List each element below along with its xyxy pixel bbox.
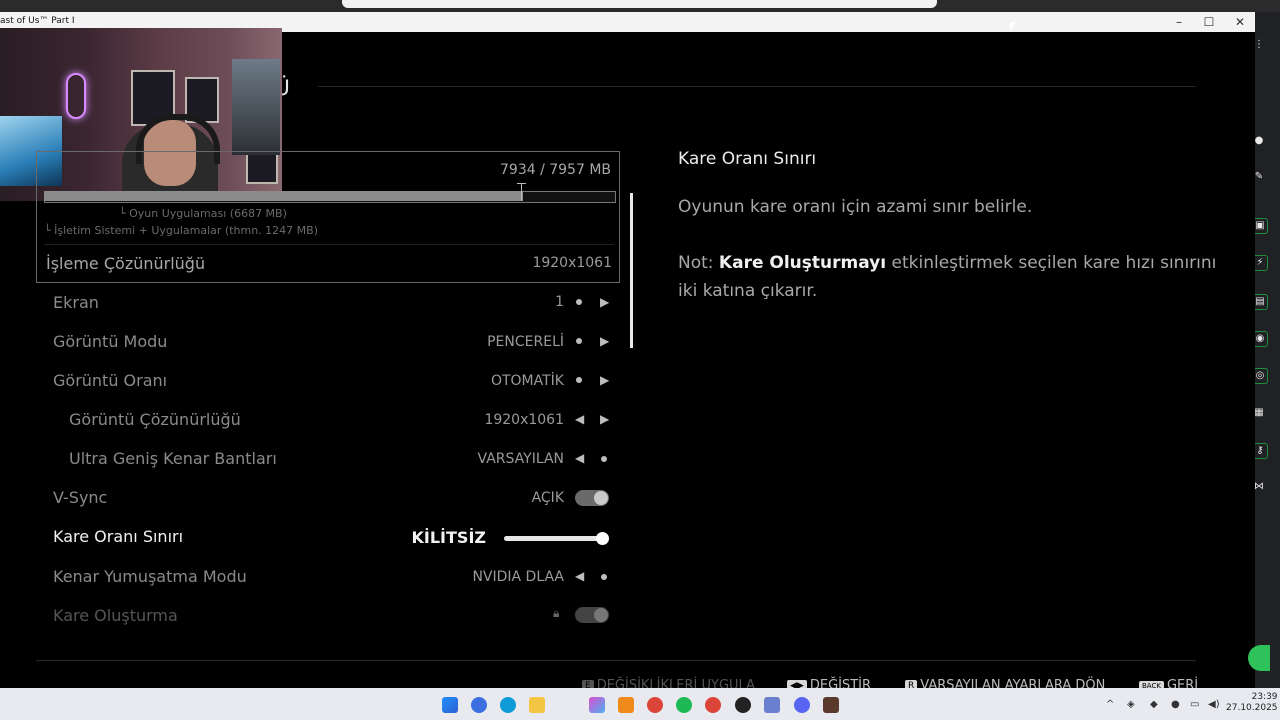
vsync-label: V-Sync	[53, 488, 108, 507]
framerate-value: KİLİTSİZ	[411, 528, 487, 547]
arrow-right-icon[interactable]: ▶	[600, 373, 609, 387]
close-button[interactable]: ✕	[1226, 14, 1254, 30]
render-resolution-label: İşleme Çözünürlüğü	[46, 254, 206, 273]
spotify-icon[interactable]	[676, 697, 692, 713]
arrow-left-icon[interactable]: ◀	[575, 412, 584, 426]
option-dot-icon	[576, 299, 582, 305]
arrow-right-icon[interactable]: ▶	[600, 412, 609, 426]
lock-icon: 🔒︎	[553, 606, 560, 620]
display-mode-label: Görüntü Modu	[53, 332, 168, 351]
neon-sign	[66, 73, 86, 119]
start-icon[interactable]	[442, 697, 458, 713]
edge-icon[interactable]	[500, 697, 516, 713]
note-prefix: Not:	[678, 253, 719, 273]
vram-bar-fill	[44, 191, 523, 201]
note-bold: Kare Oluşturmayı	[718, 253, 887, 273]
display-mode-value: PENCERELİ	[487, 334, 564, 350]
ultrawide-label: Ultra Geniş Kenar Bantları	[69, 449, 277, 468]
display-label: Ekran	[53, 293, 99, 312]
footer-divider	[36, 660, 1196, 661]
chrome-icon[interactable]	[647, 697, 663, 713]
poster	[232, 59, 280, 155]
chrome-icon[interactable]	[705, 697, 721, 713]
vram-marker-cap	[517, 183, 526, 184]
description-body: Oyunun kare oranı için azami sınır belir…	[678, 193, 1223, 305]
option-dot-icon	[601, 456, 607, 462]
antialiasing-label: Kenar Yumuşatma Modu	[53, 567, 247, 586]
resolution-label: Görüntü Çözünürlüğü	[69, 410, 241, 429]
resolution-value: 1920x1061	[484, 412, 564, 428]
ultrawide-value: VARSAYILAN	[477, 451, 564, 467]
address-bar[interactable]	[342, 0, 937, 8]
toggle-knob	[594, 608, 608, 622]
vsync-value: AÇIK	[531, 490, 564, 506]
network-icon[interactable]: ◈	[1127, 699, 1135, 710]
tray-chevron-icon[interactable]: ^	[1106, 699, 1114, 710]
render-resolution-value: 1920x1061	[532, 255, 612, 271]
option-dot-icon	[576, 338, 582, 344]
folder-icon[interactable]	[529, 697, 545, 713]
vram-legend-os: └ İşletim Sistemi + Uygulamalar (thmn. 1…	[44, 224, 318, 237]
vram-usage: 7934 / 7957 MB	[500, 162, 612, 178]
framerate-label: Kare Oranı Sınırı	[53, 527, 184, 546]
copilot-icon[interactable]	[589, 697, 605, 713]
arrow-right-icon[interactable]: ▶	[600, 334, 609, 348]
app-icon[interactable]	[471, 697, 487, 713]
app-icon[interactable]	[764, 697, 780, 713]
description-text: Oyunun kare oranı için azami sınır belir…	[678, 197, 1033, 217]
arrow-right-icon[interactable]: ▶	[600, 295, 609, 309]
maximize-button[interactable]: ☐	[1195, 14, 1223, 30]
system-clock[interactable]: 23:39 27.10.2025	[1226, 692, 1278, 714]
display-value: 1	[555, 294, 564, 310]
discord-icon[interactable]	[794, 697, 810, 713]
aspect-label: Görüntü Oranı	[53, 371, 168, 390]
description-title: Kare Oranı Sınırı	[678, 149, 817, 169]
arrow-left-icon[interactable]: ◀	[575, 451, 584, 465]
option-dot-icon	[601, 574, 607, 580]
description-note: Not: Kare Oluşturmayı etkinleştirmek seç…	[678, 249, 1223, 305]
browser-side-panel	[1255, 12, 1280, 688]
option-dot-icon	[576, 377, 582, 383]
vlc-icon[interactable]	[618, 697, 634, 713]
framerate-slider-fill	[504, 536, 604, 541]
window-title: ast of Us™ Part I	[0, 16, 75, 26]
framerate-slider-handle[interactable]	[596, 532, 609, 545]
arrow-left-icon[interactable]: ◀	[575, 569, 584, 583]
vram-marker	[521, 183, 522, 201]
chat-bubble-icon[interactable]	[1248, 645, 1270, 671]
divider	[44, 244, 614, 245]
aspect-value: OTOMATİK	[490, 373, 564, 389]
title-underline	[318, 86, 1196, 87]
display-icon[interactable]: ▭	[1190, 699, 1199, 710]
toggle-knob	[594, 491, 608, 505]
volume-icon[interactable]: ◀)	[1208, 699, 1220, 710]
minimize-button[interactable]: –	[1165, 14, 1193, 30]
vram-legend-game: └ Oyun Uygulaması (6687 MB)	[119, 207, 287, 220]
obs-icon[interactable]	[735, 697, 751, 713]
antialiasing-value: NVIDIA DLAA	[472, 569, 564, 585]
mic-icon[interactable]: ●	[1171, 699, 1180, 710]
security-icon[interactable]: ◆	[1150, 699, 1158, 710]
scrollbar[interactable]	[630, 193, 633, 348]
game-icon[interactable]	[823, 697, 839, 713]
taskbar	[0, 688, 1280, 720]
mouse-cursor	[1010, 22, 1016, 32]
framegen-label: Kare Oluşturma	[53, 606, 178, 625]
